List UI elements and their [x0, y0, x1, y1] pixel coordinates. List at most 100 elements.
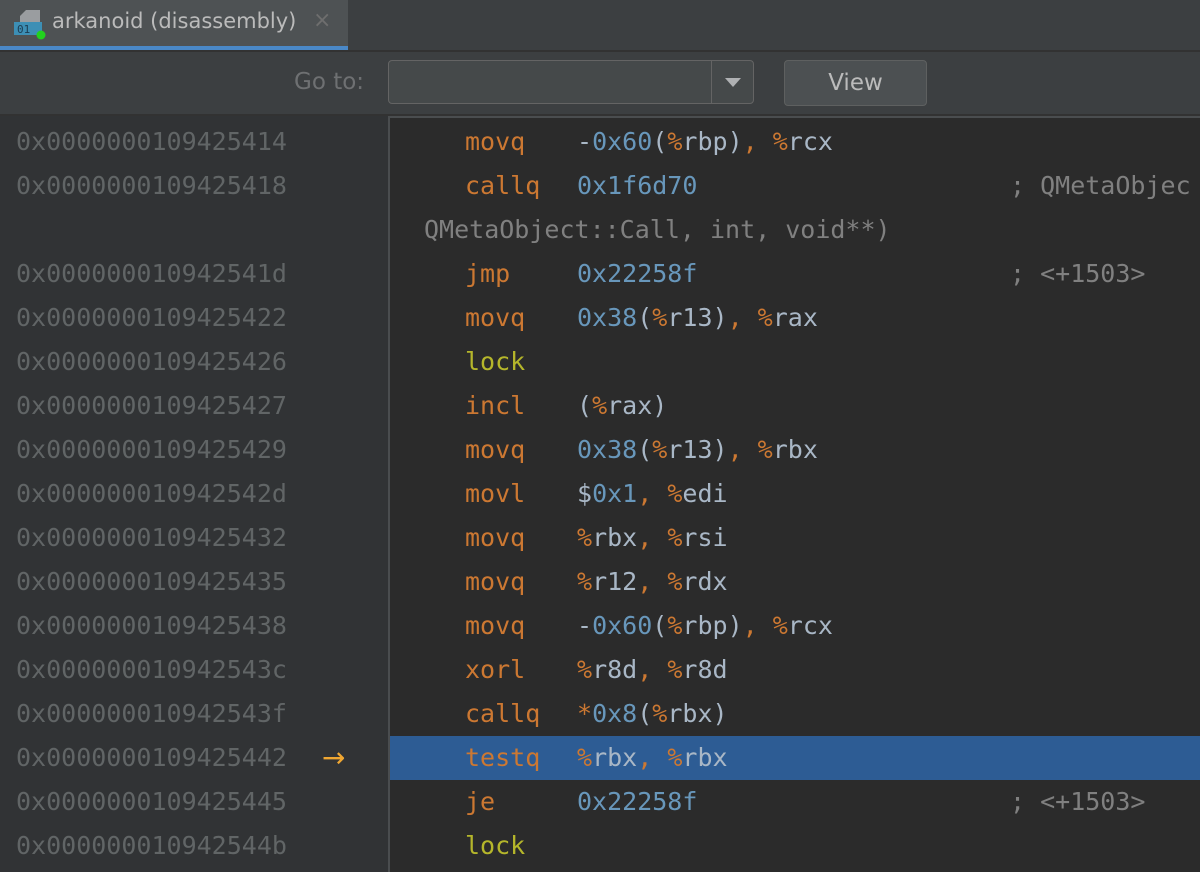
- operand-token: %: [772, 127, 788, 156]
- operand-token: rsi: [682, 523, 728, 552]
- instruction-row[interactable]: 0x0000000109425445 je 0x22258f ; <+1503>: [0, 780, 1200, 824]
- operand-token: rbx: [682, 743, 728, 772]
- instruction-row[interactable]: 0x0000000109425427 incl (%rax): [0, 384, 1200, 428]
- instruction-row[interactable]: 0x0000000109425438 movq -0x60(%rbp), %rcx: [0, 604, 1200, 648]
- operand-token: rdx: [682, 567, 728, 596]
- instruction-row[interactable]: 0x0000000109425414 movq -0x60(%rbp), %rcx: [0, 120, 1200, 164]
- instruction-operands: -0x60(%rbp), %rcx: [577, 604, 833, 648]
- operand-token: %: [667, 611, 683, 640]
- operand-token: ): [712, 303, 728, 332]
- instruction-address: 0x0000000109425435: [16, 567, 287, 596]
- operand-token: rbp: [682, 611, 728, 640]
- operand-token: rbx: [772, 435, 818, 464]
- instruction-operands: %rbx, %rbx: [577, 736, 728, 780]
- operand-token: %: [652, 435, 668, 464]
- instruction-address: 0x0000000109425427: [16, 391, 287, 420]
- instruction-address: 0x0000000109425426: [16, 347, 287, 376]
- goto-combobox[interactable]: [388, 60, 754, 104]
- operand-token: ,: [637, 523, 668, 552]
- view-button[interactable]: View: [784, 60, 927, 106]
- instruction-mnemonic: movq: [465, 523, 526, 552]
- operand-token: %: [667, 479, 683, 508]
- instruction-row[interactable]: 0x0000000109425429 movq 0x38(%r13), %rbx: [0, 428, 1200, 472]
- instruction-mnemonic: lock: [465, 347, 526, 376]
- instruction-row[interactable]: 0x0000000109425426 lock: [0, 340, 1200, 384]
- operand-token: %: [577, 743, 593, 772]
- instruction-address: 0x0000000109425445: [16, 787, 287, 816]
- operand-token: rbx: [592, 743, 638, 772]
- instruction-mnemonic: movq: [465, 611, 526, 640]
- disassembly-lines: 0x0000000109425414 movq -0x60(%rbp), %rcx 0…: [0, 120, 1200, 868]
- instruction-mnemonic: je: [465, 787, 496, 816]
- instruction-operands: %rbx, %rsi: [577, 516, 728, 560]
- instruction-address: 0x000000010942541d: [16, 259, 287, 288]
- instruction-mnemonic: callq: [465, 171, 541, 200]
- editor-tab-bar: 01 arkanoid (disassembly) ×: [0, 0, 1200, 52]
- instruction-operands: %r12, %rdx: [577, 560, 728, 604]
- operand-token: ,: [742, 127, 773, 156]
- instruction-address: 0x000000010942542d: [16, 479, 287, 508]
- operand-token: -: [577, 127, 593, 156]
- instruction-operands: *0x8(%rbx): [577, 692, 728, 736]
- instruction-address: 0x000000010942543c: [16, 655, 287, 684]
- operand-token: 0x38: [577, 435, 638, 464]
- operand-token: %: [667, 567, 683, 596]
- instruction-address: 0x0000000109425432: [16, 523, 287, 552]
- instruction-row[interactable]: QMetaObject::Call, int, void**): [0, 208, 1200, 252]
- instruction-row[interactable]: 0x0000000109425435 movq %r12, %rdx: [0, 560, 1200, 604]
- operand-token: 0x1f6d70: [577, 171, 698, 200]
- operand-token: rax: [607, 391, 653, 420]
- instruction-address: 0x0000000109425429: [16, 435, 287, 464]
- instruction-address: 0x000000010942543f: [16, 699, 287, 728]
- operand-token: rbx: [592, 523, 638, 552]
- operand-token: ,: [727, 303, 758, 332]
- operand-token: %: [772, 611, 788, 640]
- instruction-row[interactable]: 0x0000000109425418 callq 0x1f6d70 ; QMetaOb…: [0, 164, 1200, 208]
- goto-input[interactable]: [389, 61, 709, 103]
- goto-dropdown-button[interactable]: [711, 61, 754, 103]
- operand-token: %: [757, 435, 773, 464]
- instruction-operands: 0x1f6d70: [577, 164, 697, 208]
- operand-token: %: [667, 127, 683, 156]
- operand-token: (: [577, 391, 593, 420]
- instruction-address: 0x0000000109425422: [16, 303, 287, 332]
- instruction-row[interactable]: 0x000000010942543f callq *0x8(%rbx): [0, 692, 1200, 736]
- instruction-mnemonic: lock: [465, 831, 526, 860]
- instruction-operands: $0x1, %edi: [577, 472, 728, 516]
- disassembly-toolbar: Go to: View: [0, 52, 1200, 116]
- instruction-row[interactable]: 0x000000010942541d jmp 0x22258f ; <+1503>: [0, 252, 1200, 296]
- operand-token: edi: [682, 479, 728, 508]
- operand-token: %: [577, 567, 593, 596]
- instruction-operands: %r8d, %r8d: [577, 648, 728, 692]
- current-instruction-row[interactable]: → 0x0000000109425442 testq %rbx, %rbx: [0, 736, 1200, 780]
- instruction-row[interactable]: 0x0000000109425422 movq 0x38(%r13), %rax: [0, 296, 1200, 340]
- operand-token: 0x8: [592, 699, 638, 728]
- close-icon[interactable]: ×: [313, 8, 331, 33]
- operand-token: r13: [667, 435, 713, 464]
- instruction-row[interactable]: 0x000000010942542d movl $0x1, %edi: [0, 472, 1200, 516]
- instruction-mnemonic: movq: [465, 567, 526, 596]
- operand-token: (: [637, 699, 653, 728]
- operand-token: ,: [637, 655, 668, 684]
- instruction-row[interactable]: 0x000000010942544b lock: [0, 824, 1200, 868]
- operand-token: ): [727, 611, 743, 640]
- operand-token: %: [667, 523, 683, 552]
- operand-token: %: [577, 523, 593, 552]
- operand-token: rcx: [787, 611, 833, 640]
- operand-token: 0x1: [592, 479, 638, 508]
- instruction-mnemonic: callq: [465, 699, 541, 728]
- instruction-operands: (%rax): [577, 384, 667, 428]
- operand-token: rbp: [682, 127, 728, 156]
- instruction-comment: ; <+1503>: [1010, 787, 1146, 816]
- tab-disassembly[interactable]: 01 arkanoid (disassembly) ×: [0, 0, 348, 50]
- instruction-address: 0x0000000109425414: [16, 127, 287, 156]
- instruction-row[interactable]: 0x000000010942543c xorl %r8d, %r8d: [0, 648, 1200, 692]
- instruction-row[interactable]: 0x0000000109425432 movq %rbx, %rsi: [0, 516, 1200, 560]
- operand-token: (: [637, 303, 653, 332]
- instruction-mnemonic: incl: [465, 391, 526, 420]
- operand-token: ,: [637, 743, 668, 772]
- operand-token: *: [577, 699, 593, 728]
- svg-text:01: 01: [17, 23, 30, 36]
- operand-token: %: [757, 303, 773, 332]
- operand-token: 0x60: [592, 611, 653, 640]
